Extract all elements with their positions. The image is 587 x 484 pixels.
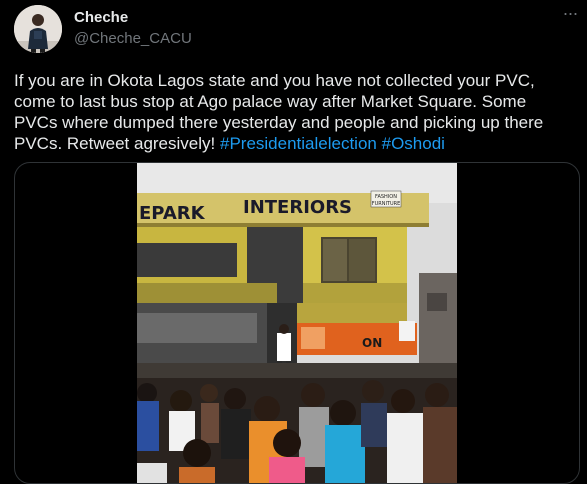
hashtag-oshodi[interactable]: #Oshodi bbox=[382, 134, 445, 153]
video-frame: EPARK INTERIORS FASHION FURNITURE ON bbox=[137, 163, 457, 483]
author-handle[interactable]: @Cheche_CACU bbox=[74, 30, 192, 47]
sign-small-2: FURNITURE bbox=[372, 201, 401, 207]
sign-left-text: EPARK bbox=[139, 203, 206, 224]
sign-main-text: INTERIORS bbox=[243, 197, 352, 218]
sign-small-1: FASHION bbox=[375, 194, 397, 200]
hashtag-presidentialelection[interactable]: #Presidentialelection bbox=[220, 134, 377, 153]
tweet-text: If you are in Okota Lagos state and you … bbox=[14, 70, 574, 154]
media-video[interactable]: EPARK INTERIORS FASHION FURNITURE ON bbox=[14, 162, 580, 484]
more-horizontal-icon[interactable]: ··· bbox=[560, 4, 580, 26]
author-name[interactable]: Cheche bbox=[74, 9, 128, 26]
banner-text: ON bbox=[362, 336, 382, 350]
avatar-image bbox=[14, 5, 62, 53]
avatar[interactable] bbox=[14, 5, 62, 53]
